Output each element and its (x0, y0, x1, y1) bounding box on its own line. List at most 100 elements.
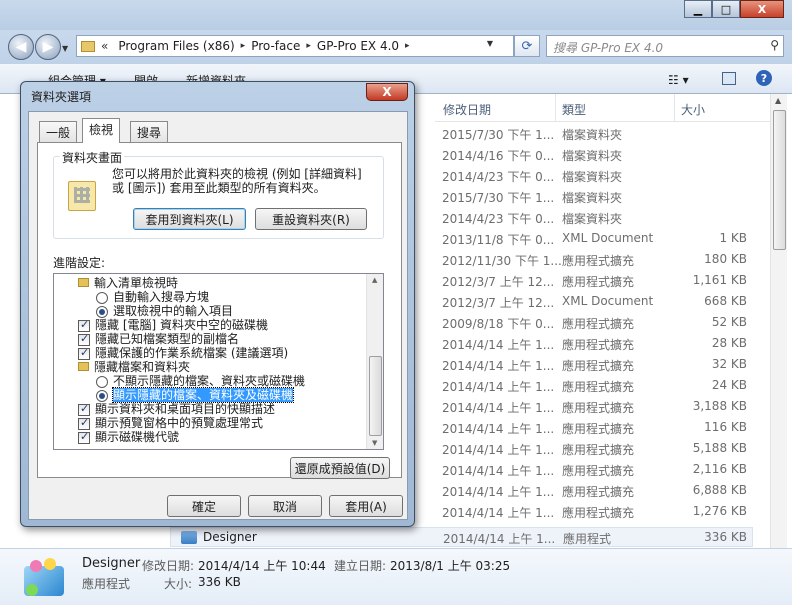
table-row[interactable]: 2012/11/30 下午 1... 應用程式擴充 180 KB (435, 249, 753, 270)
table-row[interactable]: 2012/3/7 上午 12... XML Document 668 KB (435, 291, 753, 312)
file-type: 應用程式 (563, 532, 612, 546)
search-input[interactable]: 搜尋 GP-Pro EX 4.0 ⚲ (546, 35, 784, 57)
table-row[interactable]: 2014/4/14 上午 1... 應用程式擴充 1,276 KB (435, 501, 753, 522)
chevron-down-icon: ▾ (682, 73, 689, 87)
checkbox-checked-icon[interactable] (78, 402, 90, 416)
refresh-button[interactable]: ⟳ (514, 35, 540, 57)
application-icon (181, 531, 197, 544)
restore-defaults-button[interactable]: 還原成預設值(D) (290, 457, 390, 479)
cancel-button[interactable]: 取消 (248, 495, 322, 517)
checkbox-checked-icon[interactable] (78, 416, 90, 430)
forward-button[interactable]: ▶ (35, 34, 61, 60)
table-row[interactable]: 2014/4/14 上午 1... 應用程式擴充 3,188 KB (435, 396, 753, 417)
radio-button-icon[interactable] (96, 291, 108, 304)
cell-type: 應用程式擴充 (562, 443, 635, 457)
ok-button[interactable]: 確定 (167, 495, 241, 517)
breadcrumb-separator-icon[interactable]: ▸ (405, 41, 410, 51)
checkbox-checked-icon[interactable] (78, 318, 90, 332)
breadcrumb-pro-face[interactable]: Pro-face (251, 39, 300, 53)
cell-size: 1,161 KB (692, 273, 747, 287)
apply-button[interactable]: 套用(A) (329, 495, 403, 517)
recent-pages-dropdown-icon[interactable]: ▼ (62, 44, 68, 53)
tree-item-radio[interactable]: 不顯示隱藏的檔案、資料夾或磁碟機 (96, 374, 305, 388)
column-divider[interactable] (555, 94, 556, 122)
tab-view[interactable]: 檢視 (82, 118, 121, 143)
address-dropdown-icon[interactable]: ▼ (487, 39, 493, 48)
tree-item-radio[interactable]: 自動輸入搜尋方塊 (96, 290, 209, 304)
table-row[interactable]: 2015/7/30 下午 1... 檔案資料夾 (435, 186, 753, 207)
checkbox-checked-icon[interactable] (78, 332, 90, 346)
table-row[interactable]: 2014/4/23 下午 0... 檔案資料夾 (435, 207, 753, 228)
checkbox-checked-icon[interactable] (78, 430, 90, 444)
breadcrumb-separator-icon[interactable]: ▸ (241, 41, 246, 51)
preview-pane-button[interactable] (722, 72, 736, 85)
cell-type: 應用程式擴充 (562, 275, 635, 289)
apply-to-folders-button[interactable]: 套用到資料夾(L) (133, 208, 246, 230)
cell-type: 檔案資料夾 (562, 128, 623, 142)
checkbox-checked-icon[interactable] (78, 346, 90, 360)
radio-button-icon[interactable] (96, 389, 108, 402)
tree-item-check[interactable]: 隱藏保護的作業系統檔案 (建議選項) (78, 346, 288, 360)
address-bar[interactable]: « Program Files (x86) ▸ Pro-face ▸ GP-Pr… (76, 35, 514, 57)
file-list-scrollbar[interactable]: ▲ (770, 94, 787, 548)
table-row[interactable]: 2009/8/18 下午 0... 應用程式擴充 52 KB (435, 312, 753, 333)
scroll-down-icon[interactable]: ▼ (372, 439, 377, 447)
dialog-close-button[interactable]: X (366, 83, 408, 101)
tree-item-check[interactable]: 顯示資料夾和桌面項目的快顯描述 (78, 402, 275, 416)
tree-item-check[interactable]: 顯示預覽窗格中的預覽處理常式 (78, 416, 263, 430)
radio-button-icon[interactable] (96, 305, 108, 318)
scroll-up-icon[interactable]: ▲ (775, 96, 781, 105)
reset-folders-button[interactable]: 重設資料夾(R) (255, 208, 367, 230)
scrollbar-thumb[interactable] (773, 110, 786, 250)
table-row[interactable]: 2014/4/14 上午 1... 應用程式擴充 2,116 KB (435, 459, 753, 480)
table-row[interactable]: 2014/4/14 上午 1... 應用程式擴充 116 KB (435, 417, 753, 438)
table-row[interactable]: 2014/4/14 上午 1... 應用程式擴充 24 KB (435, 375, 753, 396)
help-button[interactable]: ? (756, 70, 772, 86)
tree-item-label: 顯示資料夾和桌面項目的快顯描述 (95, 402, 276, 416)
folder-icon (81, 40, 95, 52)
table-row[interactable]: 2014/4/14 上午 1... 應用程式擴充 32 KB (435, 354, 753, 375)
radio-button-icon[interactable] (96, 375, 108, 388)
maximize-button[interactable]: □ (712, 0, 740, 18)
tree-item-check[interactable]: 隱藏 [電腦] 資料夾中空的磁碟機 (78, 318, 268, 332)
tree-item-check[interactable]: 隱藏已知檔案類型的副檔名 (78, 332, 239, 346)
details-created-value: 2013/8/1 上午 03:25 (390, 559, 511, 573)
column-divider[interactable] (674, 94, 675, 122)
selected-file-row[interactable]: Designer 2014/4/14 上午 1... 應用程式 336 KB (170, 527, 753, 547)
change-view-button[interactable]: ☷ ▾ (668, 73, 689, 87)
cell-date: 2014/4/14 上午 1... (442, 359, 555, 373)
folder-views-group: 資料夾畫面 您可以將用於此資料夾的檢視 (例如 [詳細資料] 或 [圖示]) 套… (53, 149, 384, 239)
table-row[interactable]: 2014/4/16 下午 0... 檔案資料夾 (435, 144, 753, 165)
search-icon[interactable]: ⚲ (770, 38, 779, 52)
tab-general[interactable]: 一般 (39, 121, 78, 142)
folder-view-icon (68, 181, 96, 211)
tab-search[interactable]: 搜尋 (130, 121, 169, 142)
minimize-button[interactable]: ▁ (684, 0, 712, 18)
address-overflow[interactable]: « (101, 39, 108, 53)
column-header-size[interactable]: 大小 (681, 101, 705, 118)
table-row[interactable]: 2013/11/8 下午 0... XML Document 1 KB (435, 228, 753, 249)
forward-arrow-icon: ▶ (42, 39, 54, 55)
folder-icon (78, 361, 89, 371)
tree-scrollbar[interactable]: ▲ ▼ (366, 274, 383, 449)
cell-type: 應用程式擴充 (562, 485, 635, 499)
tree-item-check[interactable]: 顯示磁碟機代號 (78, 430, 179, 444)
tree-item-radio[interactable]: 顯示隱藏的檔案、資料夾及磁碟機 (96, 387, 295, 403)
breadcrumb-program-files[interactable]: Program Files (x86) (118, 39, 234, 53)
table-row[interactable]: 2014/4/14 上午 1... 應用程式擴充 6,888 KB (435, 480, 753, 501)
scrollbar-thumb[interactable] (369, 356, 382, 436)
table-row[interactable]: 2014/4/23 下午 0... 檔案資料夾 (435, 165, 753, 186)
column-header-type[interactable]: 類型 (562, 101, 586, 118)
table-row[interactable]: 2012/3/7 上午 12... 應用程式擴充 1,161 KB (435, 270, 753, 291)
breadcrumb-gp-pro-ex[interactable]: GP-Pro EX 4.0 (317, 39, 399, 53)
cell-type: 檔案資料夾 (562, 170, 623, 184)
table-row[interactable]: 2014/4/14 上午 1... 應用程式擴充 5,188 KB (435, 438, 753, 459)
tree-item-radio[interactable]: 選取檢視中的輸入項目 (96, 304, 233, 318)
scroll-up-icon[interactable]: ▲ (372, 276, 377, 284)
back-button[interactable]: ◀ (8, 34, 34, 60)
close-window-button[interactable]: X (740, 0, 784, 18)
breadcrumb-separator-icon[interactable]: ▸ (306, 41, 311, 51)
table-row[interactable]: 2014/4/14 上午 1... 應用程式擴充 28 KB (435, 333, 753, 354)
table-row[interactable]: 2015/7/30 下午 1... 檔案資料夾 (435, 123, 753, 144)
column-header-date[interactable]: 修改日期 (443, 101, 491, 118)
